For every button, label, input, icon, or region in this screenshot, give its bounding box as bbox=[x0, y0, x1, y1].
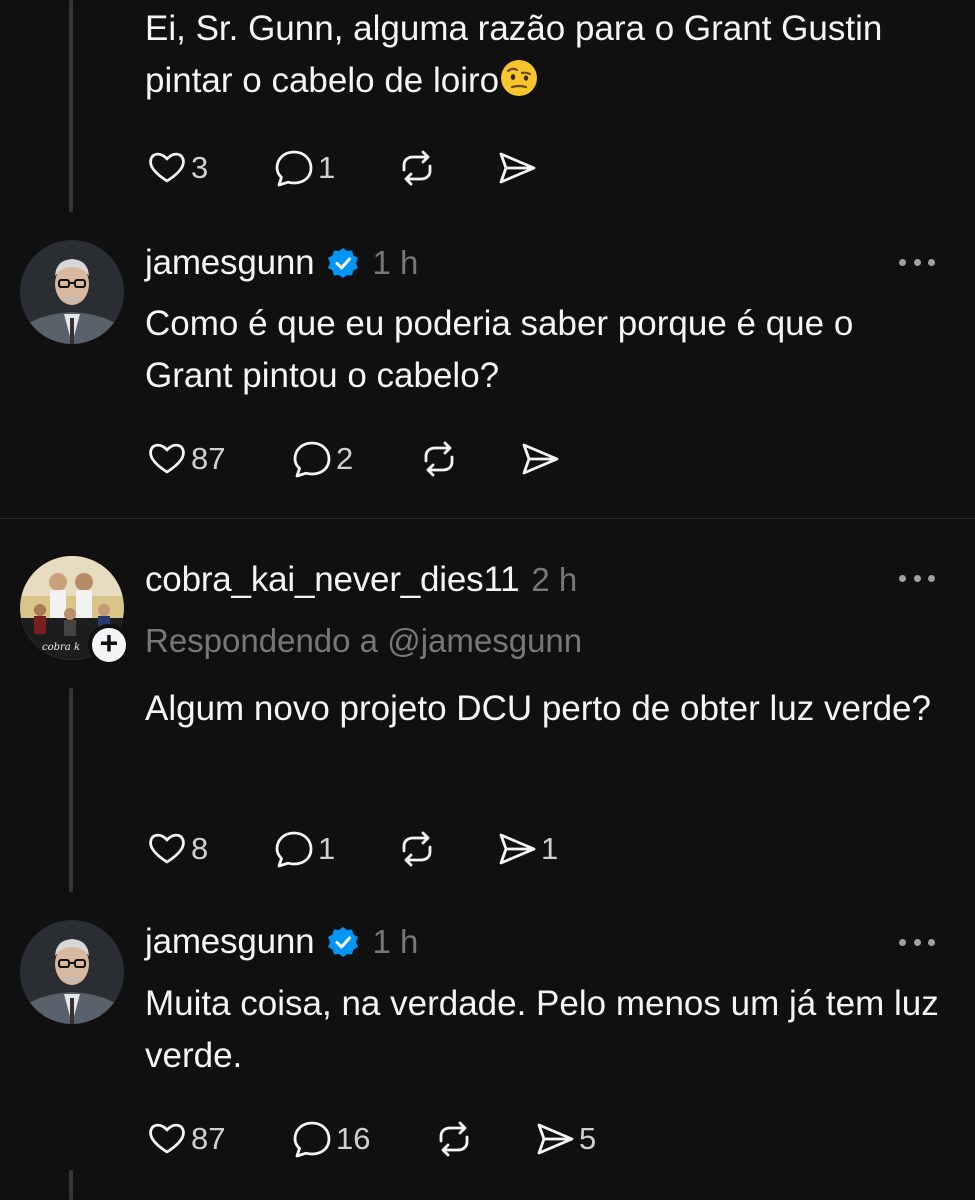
username[interactable]: jamesgunn bbox=[145, 243, 315, 283]
post-text: Muita coisa, na verdade. Pelo menos um j… bbox=[145, 984, 939, 1075]
post-text: Ei, Sr. Gunn, alguma razão para o Grant … bbox=[145, 3, 945, 107]
divider bbox=[0, 518, 975, 519]
reply-button[interactable]: 1 bbox=[272, 824, 335, 874]
post-time: 1 h bbox=[372, 923, 419, 960]
reply-button[interactable]: 16 bbox=[290, 1114, 370, 1164]
repost-icon bbox=[402, 150, 432, 186]
repost-icon bbox=[439, 1121, 469, 1157]
repost-icon bbox=[402, 831, 432, 867]
verified-badge-icon bbox=[328, 248, 359, 278]
send-icon bbox=[499, 833, 536, 865]
like-button[interactable]: 3 bbox=[145, 143, 208, 193]
avatar-image bbox=[20, 240, 124, 344]
reply-button[interactable]: 2 bbox=[290, 434, 353, 484]
post-header: jamesgunn 1 h bbox=[145, 238, 418, 288]
like-button[interactable]: 87 bbox=[145, 434, 225, 484]
heart-icon bbox=[149, 443, 185, 474]
heart-icon bbox=[149, 1123, 185, 1154]
repost-button[interactable] bbox=[395, 143, 439, 193]
heart-icon bbox=[149, 152, 185, 183]
post-text: Algum novo projeto DCU perto de obter lu… bbox=[145, 689, 931, 728]
like-button[interactable]: 87 bbox=[145, 1114, 225, 1164]
svg-text:cobra k: cobra k bbox=[42, 642, 80, 653]
thread-line-top bbox=[69, 0, 73, 212]
send-icon bbox=[522, 443, 559, 475]
repost-button[interactable] bbox=[417, 434, 461, 484]
avatar-jamesgunn[interactable] bbox=[20, 240, 124, 344]
share-button[interactable] bbox=[495, 143, 539, 193]
replying-to[interactable]: Respondendo a @jamesgunn bbox=[145, 622, 582, 660]
reply-button[interactable]: 1 bbox=[272, 143, 335, 193]
more-options-icon[interactable] bbox=[899, 256, 935, 268]
repost-button[interactable] bbox=[432, 1114, 476, 1164]
follow-button[interactable]: + bbox=[88, 624, 130, 666]
send-icon bbox=[499, 152, 536, 184]
post-time: 1 h bbox=[372, 244, 419, 281]
comment-icon bbox=[275, 150, 313, 187]
comment-icon bbox=[293, 441, 331, 478]
send-icon bbox=[537, 1123, 574, 1155]
reply-count: 16 bbox=[336, 1121, 371, 1156]
post-time: 2 h bbox=[531, 561, 578, 598]
share-button[interactable]: 1 bbox=[495, 824, 558, 874]
reply-count: 2 bbox=[336, 441, 354, 476]
plus-icon: + bbox=[99, 625, 119, 661]
like-count: 87 bbox=[191, 1121, 226, 1156]
avatar-jamesgunn[interactable] bbox=[20, 920, 124, 1024]
comment-icon bbox=[275, 831, 313, 868]
repost-icon bbox=[424, 441, 454, 477]
like-count: 3 bbox=[191, 150, 209, 185]
share-count: 1 bbox=[541, 831, 559, 866]
share-count: 5 bbox=[579, 1121, 597, 1156]
share-button[interactable] bbox=[518, 434, 562, 484]
more-options-icon[interactable] bbox=[899, 572, 935, 584]
reply-count: 1 bbox=[318, 831, 336, 866]
like-count: 8 bbox=[191, 831, 209, 866]
thread-line-bottom bbox=[69, 1170, 73, 1200]
thread-line-middle bbox=[69, 688, 73, 892]
repost-button[interactable] bbox=[395, 824, 439, 874]
comment-icon bbox=[293, 1121, 331, 1158]
post-header: jamesgunn 1 h bbox=[145, 917, 418, 967]
reply-count: 1 bbox=[318, 150, 336, 185]
like-count: 87 bbox=[191, 441, 226, 476]
verified-badge-icon bbox=[328, 927, 359, 957]
face-with-raised-eyebrow-icon bbox=[501, 60, 538, 96]
avatar-image bbox=[20, 920, 124, 1024]
more-options-icon[interactable] bbox=[899, 936, 935, 948]
username[interactable]: cobra_kai_never_dies11 bbox=[145, 560, 520, 600]
share-button[interactable]: 5 bbox=[533, 1114, 596, 1164]
username[interactable]: jamesgunn bbox=[145, 922, 315, 962]
like-button[interactable]: 8 bbox=[145, 824, 208, 874]
post-header: cobra_kai_never_dies11 2 h bbox=[145, 555, 577, 605]
post-text: Como é que eu poderia saber porque é que… bbox=[145, 304, 854, 395]
heart-icon bbox=[149, 833, 185, 864]
